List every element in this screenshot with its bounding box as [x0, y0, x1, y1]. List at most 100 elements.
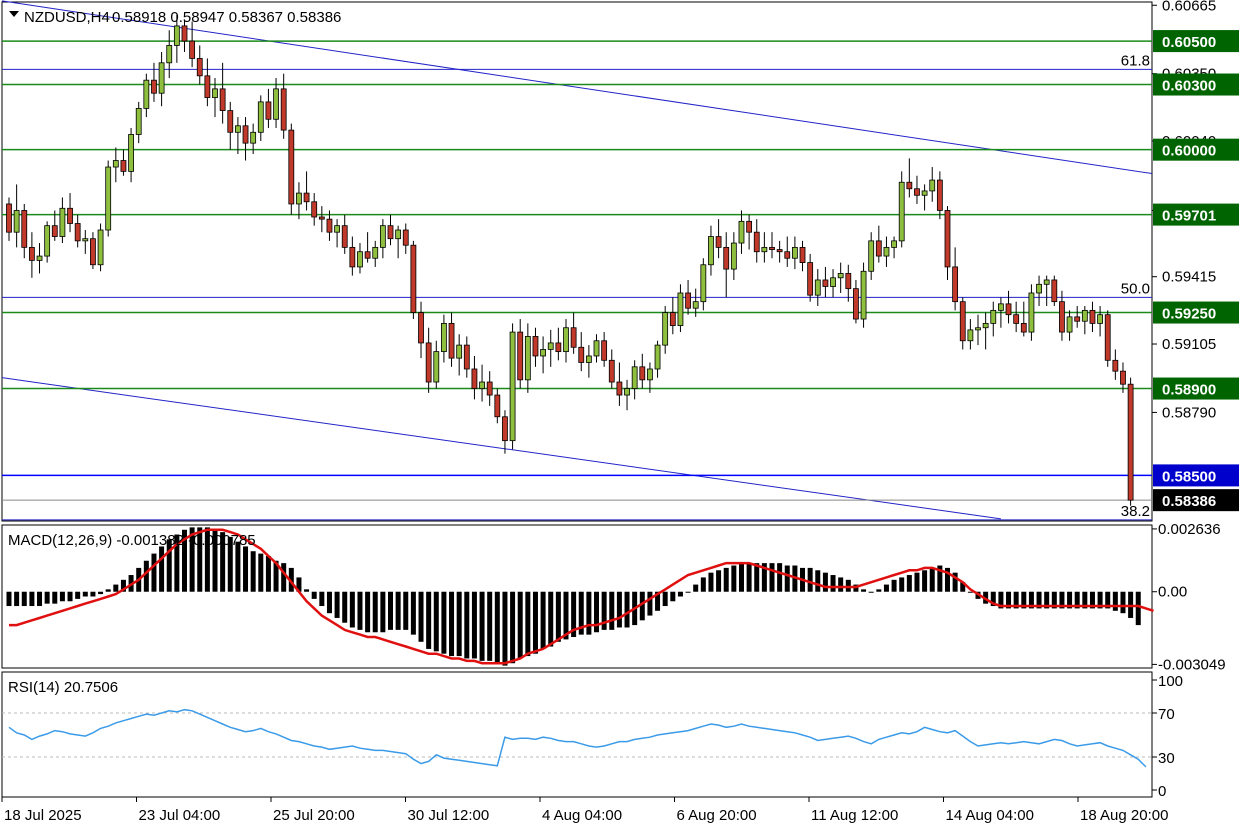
price-tick-label: 0.59105	[1162, 336, 1216, 353]
macd-bar	[433, 591, 439, 652]
candle-body	[1013, 314, 1020, 324]
price-tick-label: 0.59415	[1162, 269, 1216, 286]
candle-body	[105, 166, 112, 231]
macd-bar	[525, 591, 531, 657]
candle-body	[120, 160, 127, 172]
candle-body	[357, 251, 363, 268]
candle-body	[1059, 301, 1065, 333]
macd-bar	[143, 560, 149, 592]
macd-bar	[815, 570, 821, 592]
candle-body	[1020, 322, 1027, 333]
price-tick-label: 0.58790	[1162, 404, 1216, 421]
candle-body	[448, 322, 455, 359]
macd-bar	[59, 591, 65, 602]
candle-body	[273, 88, 279, 120]
fib-level-label: 38.2	[1121, 503, 1150, 520]
candle-body	[936, 179, 943, 211]
macd-bar	[105, 589, 111, 592]
candle-body	[761, 246, 768, 253]
candle-body	[685, 292, 691, 309]
candle-body	[341, 225, 348, 248]
candle-body	[204, 75, 211, 98]
macd-bar	[861, 589, 867, 592]
macd-bar	[876, 589, 882, 592]
candle-body	[1089, 309, 1096, 324]
candle-body	[998, 303, 1004, 311]
candle-body	[662, 312, 669, 346]
candle-body	[1043, 279, 1050, 285]
candle-body	[631, 366, 638, 389]
candle-body	[669, 312, 676, 326]
macd-bar	[487, 591, 493, 661]
macd-bar	[151, 553, 157, 592]
macd-bar	[510, 591, 516, 664]
candle-body	[128, 134, 134, 172]
macd-bar	[37, 591, 43, 607]
candle-body	[418, 312, 424, 344]
candle-body	[143, 79, 150, 109]
macd-bar	[90, 591, 96, 597]
macd-bar	[365, 591, 371, 633]
macd-bar	[159, 546, 165, 592]
candle-body	[807, 262, 814, 296]
macd-bar	[738, 563, 744, 592]
macd-bar	[14, 591, 20, 607]
candle-body	[1120, 370, 1126, 385]
candle-body	[654, 344, 661, 370]
candle-body	[914, 188, 920, 196]
candle-body	[1005, 303, 1012, 316]
macd-bar	[807, 567, 813, 592]
symbol-label[interactable]: NZDUSD,H4	[24, 9, 110, 26]
macd-bar	[662, 591, 668, 607]
macd-bar	[929, 567, 935, 592]
candle-body	[326, 218, 333, 233]
macd-bar	[250, 551, 256, 592]
time-tick-label: 30 Jul 12:00	[408, 807, 490, 824]
level-tag-label: 0.58386	[1162, 493, 1216, 510]
macd-bar	[29, 591, 35, 607]
candle-body	[242, 125, 249, 144]
candle-body	[1036, 283, 1042, 294]
macd-bar	[98, 591, 104, 595]
level-tag-label: 0.58500	[1162, 468, 1216, 485]
macd-bar	[281, 563, 287, 592]
macd-bar	[113, 584, 119, 592]
candle-body	[349, 246, 356, 268]
time-tick-label: 4 Aug 04:00	[542, 807, 622, 824]
macd-bar	[868, 591, 874, 593]
candle-body	[700, 264, 707, 303]
macd-bar	[731, 565, 737, 592]
macd-bar	[67, 591, 73, 602]
macd-bar	[838, 577, 844, 592]
time-tick-label: 25 Jul 20:00	[273, 807, 355, 824]
macd-bar	[319, 591, 325, 607]
candle-body	[13, 210, 20, 233]
candle-body	[845, 273, 852, 290]
macd-bar	[1112, 591, 1118, 611]
rsi-tick-label: 100	[1158, 673, 1183, 690]
candle-body	[410, 244, 417, 313]
level-tag-label: 0.58900	[1162, 382, 1216, 399]
macd-bar	[6, 591, 12, 607]
time-tick-label: 6 Aug 20:00	[677, 807, 757, 824]
candle-body	[906, 181, 913, 190]
rsi-tick-label: 70	[1158, 706, 1175, 723]
candle-body	[830, 277, 836, 287]
candle-body	[585, 355, 592, 363]
macd-bar	[235, 541, 241, 592]
candle-body	[769, 246, 775, 250]
macd-bar	[52, 591, 58, 604]
macd-bar	[922, 570, 928, 592]
macd-bar	[693, 584, 699, 592]
time-tick-label: 14 Aug 04:00	[946, 807, 1034, 824]
candle-body	[280, 88, 287, 131]
candle-body	[715, 236, 722, 248]
candle-body	[814, 279, 821, 296]
macd-bar	[75, 591, 81, 599]
candle-body	[532, 336, 539, 357]
candle-body	[257, 101, 264, 133]
candle-body	[158, 62, 165, 94]
rsi-label: RSI(14) 20.7506	[8, 679, 118, 696]
candle-body	[624, 388, 630, 396]
candle-body	[402, 229, 409, 246]
